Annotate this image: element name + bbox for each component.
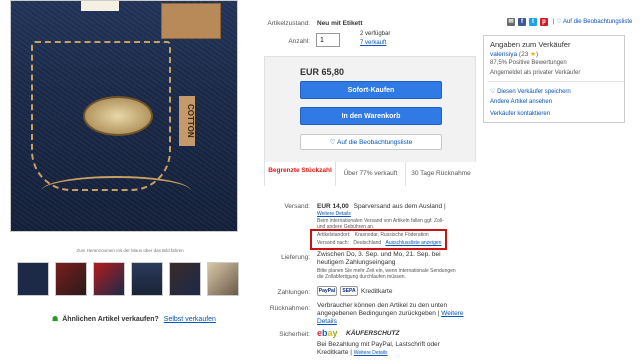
sell-yourself-link[interactable]: Selbst verkaufen bbox=[164, 316, 216, 323]
quantity-input[interactable] bbox=[316, 33, 340, 47]
product-photo[interactable]: COTTON bbox=[10, 0, 238, 232]
available-count: 2 verfügbar bbox=[360, 31, 391, 37]
contact-seller-link[interactable]: Verkäufer kontaktieren bbox=[490, 111, 550, 117]
thumbnail[interactable] bbox=[17, 262, 49, 296]
facebook-icon[interactable]: f bbox=[518, 18, 526, 26]
security-label: Sicherheit: bbox=[279, 331, 310, 338]
location-label: Artikelstandort: bbox=[317, 232, 351, 238]
sold-count-link[interactable]: 7 verkauft bbox=[360, 40, 386, 46]
save-seller-label: Diesen Verkäufer speichern bbox=[497, 89, 571, 95]
returns-label: Rücknahmen: bbox=[269, 305, 310, 312]
watchlist-button[interactable]: ♡ Auf die Beobachtungsliste bbox=[300, 134, 442, 150]
quantity-label: Anzahl: bbox=[288, 38, 310, 45]
other-items-link[interactable]: Andere Artikel ansehen bbox=[490, 99, 552, 105]
shipping-label: Versand: bbox=[284, 203, 310, 210]
feature-limited: Begrenzte Stückzahl bbox=[265, 162, 336, 186]
save-seller-link[interactable]: ♡ Diesen Verkäufer speichern bbox=[490, 88, 571, 95]
returns-text-block: Verbraucher können den Artikel zu den un… bbox=[317, 302, 467, 326]
condition-label: Artikelzustand: bbox=[267, 20, 310, 27]
heart-icon: ♡ bbox=[329, 139, 336, 146]
payment-label: Zahlungen: bbox=[277, 289, 310, 296]
location-value: Krasnodar, Russische Föderation bbox=[354, 232, 429, 238]
pocket-badge bbox=[83, 96, 153, 136]
security-text-block: Bei Bezahlung mit PayPal, Lastschrift od… bbox=[317, 341, 467, 357]
watchlist-label: Auf die Beobachtungsliste bbox=[337, 139, 413, 146]
ships-to-value: Deutschland bbox=[353, 240, 382, 246]
price: EUR 65,80 bbox=[300, 67, 345, 77]
leather-patch bbox=[161, 3, 221, 39]
sell-similar: ☗ Ähnlichen Artikel verkaufen? Selbst ve… bbox=[52, 315, 216, 323]
twitter-icon[interactable]: t bbox=[529, 18, 537, 26]
shipping-line: EUR 14,00 Sparversand aus dem Ausland | bbox=[317, 203, 446, 210]
seller-type: Angemeldet als privater Verkäufer bbox=[490, 70, 581, 76]
share-watchlist-link[interactable]: | ♡ Auf die Beobachtungsliste bbox=[553, 18, 632, 25]
share-icons: ✉ f t p bbox=[507, 18, 555, 27]
heart-icon: | ♡ bbox=[553, 19, 562, 25]
security-details-link[interactable]: Weitere Details bbox=[354, 350, 388, 356]
buy-now-button[interactable]: Sofort-Kaufen bbox=[300, 81, 442, 99]
feature-returns: 30 Tage Rücknahme bbox=[406, 162, 476, 186]
shipping-details-link[interactable]: Weitere Details bbox=[317, 211, 351, 217]
pinterest-icon[interactable]: p bbox=[540, 18, 548, 26]
seller-box-title: Angaben zum Verkäufer bbox=[490, 40, 571, 49]
ebay-logo: ebay bbox=[317, 328, 338, 338]
share-watchlist-label: Auf die Beobachtungsliste bbox=[562, 19, 633, 25]
thumbnail[interactable] bbox=[207, 262, 239, 296]
returns-text: Verbraucher können den Artikel zu den un… bbox=[317, 302, 448, 317]
thumbnail[interactable] bbox=[93, 262, 125, 296]
thumbnail[interactable] bbox=[169, 262, 201, 296]
seller-divider bbox=[488, 81, 624, 82]
sell-similar-text: Ähnlichen Artikel verkaufen? bbox=[62, 316, 159, 323]
feature-sold-percent: Über 77% verkauft bbox=[336, 162, 406, 186]
cotton-tag: COTTON bbox=[179, 96, 195, 146]
sell-icon: ☗ bbox=[52, 316, 59, 323]
ships-to-line: Versand nach: Deutschland Ausschlusslist… bbox=[317, 240, 441, 246]
thumbnail[interactable] bbox=[131, 262, 163, 296]
zoom-hint: Zum Heranzoomen mit der Maus über das Bi… bbox=[76, 248, 184, 253]
heart-icon: ♡ bbox=[490, 89, 496, 95]
delivery-label: Lieferung: bbox=[281, 254, 310, 261]
card-label: Kreditkarte bbox=[361, 288, 393, 295]
top-label bbox=[81, 1, 119, 11]
paypal-icon: PayPal bbox=[317, 286, 337, 296]
shipping-price: EUR 14,00 bbox=[317, 203, 349, 210]
location-line: Artikelstandort: Krasnodar, Russische Fö… bbox=[317, 232, 429, 238]
seller-rating: (23 bbox=[518, 51, 529, 58]
add-to-cart-button[interactable]: In den Warenkorb bbox=[300, 107, 442, 125]
shipping-method: Sparversand aus dem Ausland | bbox=[353, 203, 446, 210]
thumbnail-strip bbox=[15, 262, 247, 300]
condition-value: Neu mit Etikett bbox=[317, 20, 363, 27]
seller-positive: 87,5% Positive Bewertungen bbox=[490, 60, 567, 66]
thumbnail[interactable] bbox=[55, 262, 87, 296]
ships-to-label: Versand nach: bbox=[317, 240, 349, 246]
sepa-icon: SEPA bbox=[340, 286, 358, 296]
delivery-text: Zwischen Do, 3. Sep. und Mo, 21. Sep. be… bbox=[317, 251, 441, 266]
exclusions-link[interactable]: Ausschlussliste anzeigen bbox=[386, 240, 442, 246]
email-icon[interactable]: ✉ bbox=[507, 18, 515, 26]
buyer-protection: KÄUFERSCHUTZ bbox=[346, 330, 400, 337]
stitching bbox=[41, 176, 191, 206]
delivery-note: Bitte planen Sie mehr Zeit ein, wenn int… bbox=[317, 268, 456, 280]
seller-name-link[interactable]: valensiya bbox=[490, 51, 517, 58]
seller-name-line: valensiya (23 ★) bbox=[490, 51, 539, 58]
